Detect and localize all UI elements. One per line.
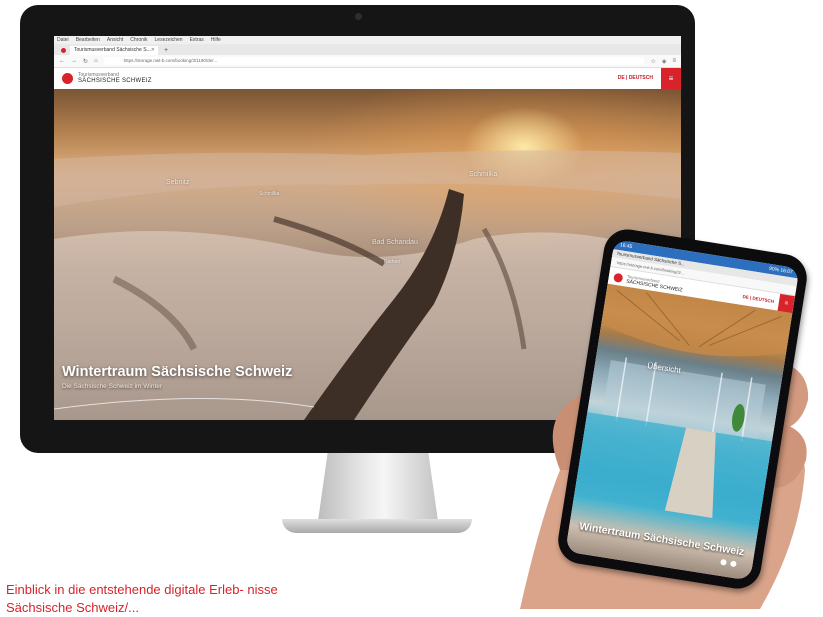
caption: Einblick in die entstehende digitale Erl…	[6, 582, 278, 615]
phone-language-selector[interactable]: DE | DEUTSCH	[742, 294, 774, 304]
phone-logo-icon	[613, 272, 624, 283]
phone-panorama-view[interactable]: Übersicht Wintertraum Sächsische Schweiz	[565, 283, 793, 581]
phone-screen: 16:45 90% 16:07 Tourismusverband Sächsis…	[565, 239, 800, 581]
